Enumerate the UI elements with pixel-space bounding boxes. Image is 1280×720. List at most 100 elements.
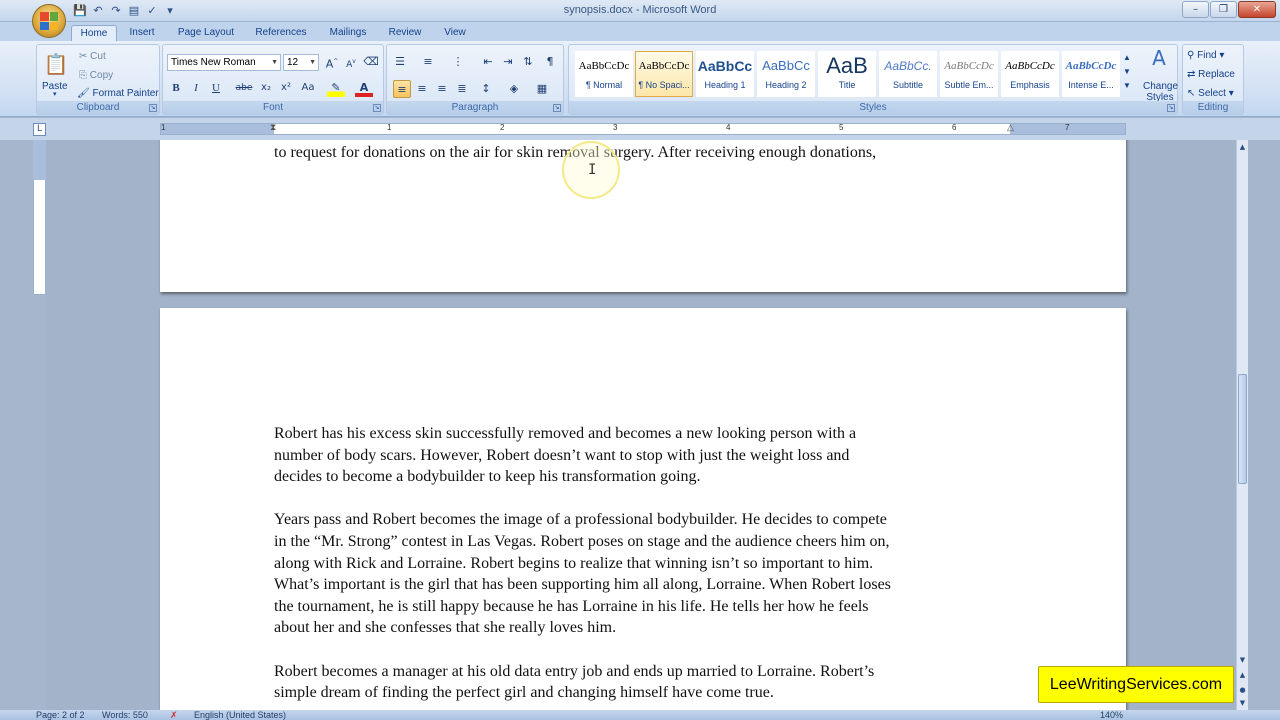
format-painter-button[interactable]: 🖌 Format Painter <box>77 88 159 99</box>
page1-last-line: to request for donations on the air for … <box>274 144 877 161</box>
page-2[interactable]: Robert has his excess skin successfully … <box>160 308 1126 710</box>
cut-icon: ✂ <box>79 51 91 62</box>
style-title[interactable]: AaB Title <box>818 51 876 97</box>
find-button[interactable]: ⚲ Find ▾ <box>1187 50 1224 61</box>
title-bar: 💾 ↶ ↷ ▤ ✓ ▾ synopsis.docx - Microsoft Wo… <box>0 0 1280 22</box>
window-title: synopsis.docx - Microsoft Word <box>563 4 717 16</box>
styles-dialog-launcher-icon[interactable]: ↘ <box>1167 104 1175 112</box>
bullets-icon[interactable]: ☰ <box>391 53 409 71</box>
scrollbar-thumb[interactable] <box>1238 374 1247 484</box>
document-area: to request for donations on the air for … <box>46 140 1236 710</box>
style-emphasis[interactable]: AaBbCcDc Emphasis <box>1001 51 1059 97</box>
paragraph: Robert has his excess skin successfully … <box>274 425 857 486</box>
paragraph: Robert becomes a manager at his old data… <box>274 662 875 702</box>
style-subtitle[interactable]: AaBbCc. Subtitle <box>879 51 937 97</box>
page-1[interactable]: to request for donations on the air for … <box>160 140 1126 292</box>
clear-formatting-icon[interactable]: ⌫ <box>362 53 380 71</box>
watermark-banner: LeeWritingServices.com <box>1038 666 1234 703</box>
change-case-button[interactable]: Aa <box>299 79 317 97</box>
left-margin-area <box>161 124 274 134</box>
close-button[interactable]: ✕ <box>1238 1 1276 18</box>
font-group-label: Font <box>163 101 383 114</box>
align-left-icon[interactable]: ≡ <box>393 80 411 98</box>
align-center-icon[interactable]: ≡ <box>413 80 431 98</box>
format-painter-icon: 🖌 <box>77 88 93 99</box>
ibeam-cursor-icon: I <box>588 162 597 178</box>
highlight-icon[interactable]: ✎ <box>327 79 345 97</box>
shrink-font-icon[interactable]: Av <box>342 53 360 71</box>
scroll-down-icon[interactable]: ▼ <box>1238 655 1247 665</box>
cut-button[interactable]: ✂ Cut <box>79 51 106 62</box>
shading-icon[interactable]: ◈ <box>505 80 523 98</box>
chevron-up-icon[interactable]: ▲ <box>1123 51 1131 65</box>
binoculars-icon: ⚲ <box>1187 50 1198 61</box>
more-icon[interactable]: ▼ <box>1123 79 1131 93</box>
office-button[interactable] <box>32 4 66 38</box>
sort-icon[interactable]: ⇅ <box>519 53 537 71</box>
line-spacing-icon[interactable]: ↕ <box>477 80 495 98</box>
paragraph-dialog-launcher-icon[interactable]: ↘ <box>553 104 561 112</box>
select-browse-object-icon[interactable]: ● <box>1238 685 1247 695</box>
indent-marker-icon[interactable]: ⧗ <box>270 122 276 133</box>
chevron-down-icon: ▼ <box>271 59 278 66</box>
word-count[interactable]: Words: 550 <box>102 710 148 720</box>
paste-icon[interactable]: 📋 <box>43 51 69 77</box>
style-heading-1[interactable]: AaBbCc Heading 1 <box>696 51 754 97</box>
next-page-icon[interactable]: ▼ <box>1238 698 1247 708</box>
justify-icon[interactable]: ≣ <box>453 80 471 98</box>
select-button[interactable]: ↖ Select ▾ <box>1187 88 1234 99</box>
font-family-select[interactable]: Times New Roman ▼ <box>167 54 281 71</box>
underline-button[interactable]: U <box>207 79 225 97</box>
style-heading-2[interactable]: AaBbCc Heading 2 <box>757 51 815 97</box>
align-right-icon[interactable]: ≡ <box>433 80 451 98</box>
previous-page-icon[interactable]: ▲ <box>1238 670 1247 680</box>
grow-font-icon[interactable]: A^ <box>323 53 341 71</box>
font-dialog-launcher-icon[interactable]: ↘ <box>373 104 381 112</box>
ruler-number: 7 <box>1065 123 1070 132</box>
window-controls: – ❐ ✕ <box>1182 1 1276 18</box>
paste-dropdown-icon[interactable]: ▾ <box>53 90 57 98</box>
superscript-button[interactable]: x² <box>277 79 295 97</box>
style-subtle-emphasis[interactable]: AaBbCcDc Subtle Em... <box>940 51 998 97</box>
strikethrough-button[interactable]: abe <box>235 79 253 97</box>
replace-button[interactable]: ⇄ Replace <box>1187 69 1235 80</box>
minimize-button[interactable]: – <box>1182 1 1209 18</box>
chevron-down-icon[interactable]: ▼ <box>1123 65 1131 79</box>
zoom-level[interactable]: 140% <box>1100 710 1123 720</box>
tab-selector-icon[interactable]: L <box>33 123 46 136</box>
chevron-down-icon: ▼ <box>309 59 316 66</box>
font-color-icon[interactable]: A <box>355 79 373 97</box>
restore-button[interactable]: ❐ <box>1210 1 1237 18</box>
style-intense-emphasis[interactable]: AaBbCcDc Intense E... <box>1062 51 1120 97</box>
ruler-number: 1 <box>387 123 392 132</box>
vertical-scrollbar[interactable]: ▲ ▼ ▲ ● ▼ <box>1236 140 1248 710</box>
ruler-number: 6 <box>952 123 957 132</box>
editing-group: ⚲ Find ▾ ⇄ Replace ↖ Select ▾ Editing <box>1182 44 1244 115</box>
language[interactable]: English (United States) <box>194 710 286 720</box>
italic-button[interactable]: I <box>187 79 205 97</box>
scroll-up-icon[interactable]: ▲ <box>1238 142 1247 152</box>
page-count[interactable]: Page: 2 of 2 <box>36 710 85 720</box>
proofing-icon[interactable]: ✗ <box>170 710 178 720</box>
cursor-icon: ↖ <box>1187 88 1199 99</box>
style-no-spacing[interactable]: AaBbCcDc ¶ No Spaci... <box>635 51 693 97</box>
right-indent-marker-icon[interactable]: △ <box>1007 122 1014 133</box>
styles-scroll[interactable]: ▲ ▼ ▼ <box>1123 51 1131 93</box>
clipboard-group: 📋 Paste ▾ ✂ Cut ⎘ Copy 🖌 Format Painter … <box>36 44 160 115</box>
numbering-icon[interactable]: ≡ <box>419 53 437 71</box>
subscript-button[interactable]: x₂ <box>257 79 275 97</box>
bold-button[interactable]: B <box>167 79 185 97</box>
change-styles-icon[interactable]: A <box>1147 48 1171 73</box>
borders-icon[interactable]: ▦ <box>533 80 551 98</box>
decrease-indent-icon[interactable]: ⇤ <box>479 53 497 71</box>
style-normal[interactable]: AaBbCcDc ¶ Normal <box>575 51 633 97</box>
multilevel-list-icon[interactable]: ⋮ <box>449 53 467 71</box>
font-size-select[interactable]: 12 ▼ <box>283 54 319 71</box>
change-styles-button[interactable]: Change Styles <box>1143 81 1178 103</box>
copy-button[interactable]: ⎘ Copy <box>79 70 113 81</box>
horizontal-ruler[interactable]: 1 1 2 3 4 5 6 7 ⧗ △ <box>160 122 1126 135</box>
status-bar: Page: 2 of 2 Words: 550 ✗ English (Unite… <box>0 710 1280 720</box>
show-formatting-icon[interactable]: ¶ <box>541 53 559 71</box>
increase-indent-icon[interactable]: ⇥ <box>499 53 517 71</box>
clipboard-dialog-launcher-icon[interactable]: ↘ <box>149 104 157 112</box>
